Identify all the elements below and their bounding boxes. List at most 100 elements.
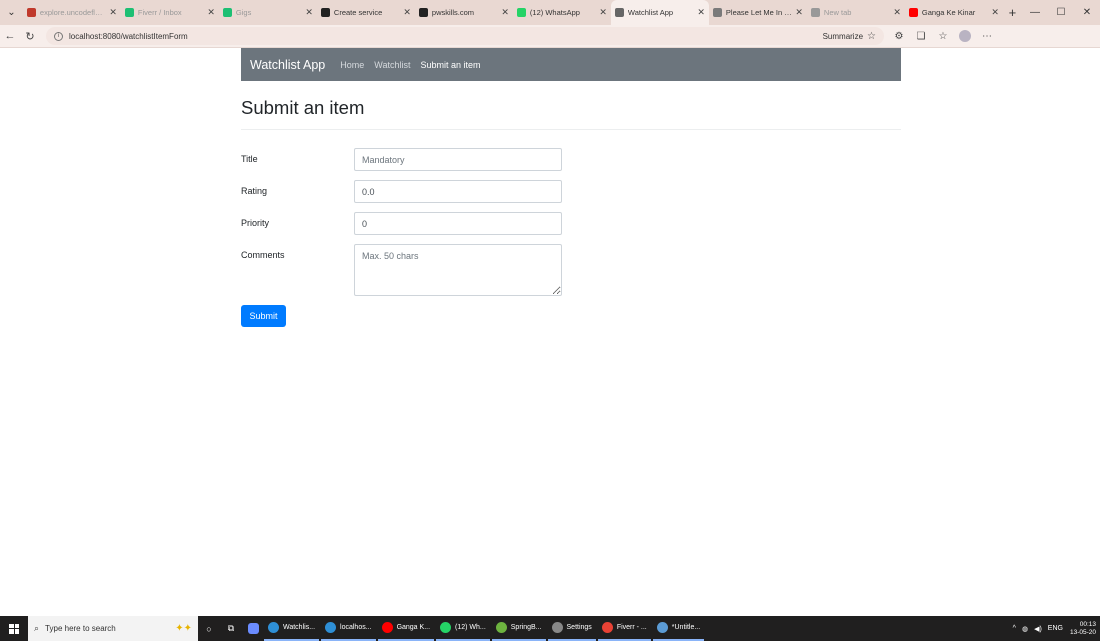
- browser-tab[interactable]: pwskills.com ✕: [415, 0, 513, 25]
- window-controls: — ☐ ✕: [1022, 0, 1100, 25]
- tab-title: Gigs: [235, 8, 252, 17]
- favorites-icon[interactable]: ❏: [910, 30, 932, 42]
- volume-icon[interactable]: ◀): [1034, 625, 1042, 633]
- tab-favicon-icon: [320, 8, 330, 17]
- app-navbar: Watchlist App Home Watchlist Submit an i…: [241, 48, 901, 81]
- close-tab-icon[interactable]: ✕: [403, 7, 411, 18]
- browser-tab[interactable]: Fiverr / Inbox ✕: [121, 0, 219, 25]
- windows-taskbar: ⌕ Type here to search ✦✦ ○ ⧉ Watchlis...…: [0, 616, 1100, 641]
- site-info-icon[interactable]: i: [54, 31, 63, 41]
- search-icon: ⌕: [34, 623, 40, 633]
- tab-title: New tab: [823, 8, 852, 17]
- taskbar-app-label: Settings: [566, 624, 592, 631]
- browser-tab[interactable]: explore.uncodeflo.com✕: [23, 0, 121, 25]
- browser-tab[interactable]: Create service ✕: [317, 0, 415, 25]
- more-menu-icon[interactable]: ⋯: [976, 30, 998, 42]
- page-title: Submit an item: [241, 97, 365, 118]
- rating-label: Rating: [241, 186, 268, 196]
- taskbar-app-label: localhos...: [340, 624, 372, 631]
- nav-submit-link[interactable]: Submit an item: [420, 60, 480, 70]
- url-text: localhost:8080/watchlistItemForm: [69, 31, 188, 41]
- address-bar[interactable]: i localhost:8080/watchlistItemForm Summa…: [46, 27, 884, 45]
- tab-favicon-icon: [712, 8, 722, 17]
- close-tab-icon[interactable]: ✕: [305, 7, 313, 18]
- taskbar-app[interactable]: Fiverr - ...: [597, 616, 651, 641]
- rating-input[interactable]: [354, 180, 562, 203]
- tab-favicon-icon: [810, 8, 820, 17]
- browser-tab[interactable]: Please Let Me In Ho ✕: [709, 0, 807, 25]
- system-tray: ^ ◍ ◀) ENG 00:13 13-05-20: [1010, 621, 1100, 637]
- browser-tab-strip: ⌄ explore.uncodeflo.com✕Fiverr / Inbox✕G…: [0, 0, 1100, 25]
- back-button[interactable]: ←: [0, 30, 20, 42]
- close-tab-icon[interactable]: ✕: [697, 7, 705, 18]
- taskbar-app[interactable]: *Untitle...: [652, 616, 705, 641]
- browser-tab[interactable]: (12) WhatsApp ✕: [513, 0, 611, 25]
- windows-logo-icon: [9, 623, 19, 634]
- comments-textarea[interactable]: [354, 244, 562, 296]
- close-tab-icon[interactable]: ✕: [991, 7, 999, 18]
- favorite-star-icon[interactable]: ☆: [867, 31, 876, 42]
- profile-avatar[interactable]: [959, 30, 971, 42]
- language-indicator[interactable]: ENG: [1048, 625, 1063, 632]
- tray-overflow-icon[interactable]: ^: [1013, 625, 1016, 632]
- tab-title: (12) WhatsApp: [529, 8, 580, 17]
- clock-date: 13-05-20: [1069, 628, 1096, 636]
- task-view-icon[interactable]: ⧉: [220, 616, 242, 641]
- minimize-button[interactable]: —: [1022, 0, 1048, 25]
- browser-tab[interactable]: Ganga Ke Kinar ✕: [905, 0, 1003, 25]
- close-tab-icon[interactable]: ✕: [795, 7, 803, 18]
- tab-favicon-icon: [418, 8, 428, 17]
- summarize-button[interactable]: Summarize: [823, 32, 863, 41]
- extensions-icon[interactable]: ⚙: [888, 30, 910, 42]
- app-icon: [381, 622, 393, 633]
- priority-label: Priority: [241, 218, 270, 228]
- taskbar-app[interactable]: (12) Wh...: [436, 616, 490, 641]
- start-button[interactable]: [0, 623, 28, 634]
- close-tab-icon[interactable]: ✕: [207, 7, 215, 18]
- taskbar-app[interactable]: Ganga K...: [377, 616, 435, 641]
- tab-favicon-icon: [222, 8, 232, 17]
- title-divider: [241, 129, 901, 130]
- app-icon: [495, 622, 507, 633]
- tab-actions-menu[interactable]: ⌄: [0, 0, 23, 25]
- tab-title: Fiverr / Inbox: [137, 8, 182, 17]
- app-icon: [601, 622, 613, 633]
- browser-tab[interactable]: Gigs ✕: [219, 0, 317, 25]
- brand-link[interactable]: Watchlist App: [250, 58, 325, 72]
- tab-title: Create service: [333, 8, 383, 17]
- close-tab-icon[interactable]: ✕: [893, 7, 901, 18]
- taskbar-app[interactable]: Settings: [547, 616, 596, 641]
- browser-tab[interactable]: New tab ✕: [807, 0, 905, 25]
- app-icon: [440, 622, 452, 633]
- tab-favicon-icon: [516, 8, 526, 17]
- copilot-icon[interactable]: [242, 616, 264, 641]
- taskbar-app[interactable]: SpringB...: [491, 616, 546, 641]
- close-window-button[interactable]: ✕: [1074, 0, 1100, 25]
- close-tab-icon[interactable]: ✕: [599, 7, 607, 18]
- taskbar-app-label: (12) Wh...: [455, 624, 486, 631]
- search-highlight-icon: ✦✦: [175, 623, 192, 634]
- taskbar-app[interactable]: localhos...: [321, 616, 376, 641]
- new-tab-button[interactable]: +: [1003, 0, 1022, 25]
- submit-button[interactable]: Submit: [241, 305, 286, 327]
- comments-label: Comments: [241, 250, 285, 260]
- clock[interactable]: 00:13 13-05-20: [1070, 621, 1096, 637]
- network-icon[interactable]: ◍: [1022, 625, 1028, 633]
- taskbar-search[interactable]: ⌕ Type here to search ✦✦: [28, 616, 198, 641]
- cortana-icon[interactable]: ○: [198, 616, 220, 641]
- taskbar-app[interactable]: Watchlis...: [264, 616, 320, 641]
- taskbar-apps: Watchlis... localhos... Ganga K... (12) Wh.…: [264, 616, 706, 641]
- close-tab-icon[interactable]: ✕: [501, 7, 509, 18]
- reload-button[interactable]: ↻: [20, 30, 40, 43]
- taskbar-app-label: Fiverr - ...: [616, 624, 647, 631]
- browser-tab[interactable]: Watchlist App ✕: [610, 0, 709, 25]
- taskbar-app-label: Watchlis...: [283, 624, 316, 631]
- app-icon: [656, 622, 668, 633]
- collections-icon[interactable]: ☆: [932, 30, 954, 42]
- priority-input[interactable]: [354, 212, 562, 235]
- maximize-button[interactable]: ☐: [1048, 0, 1074, 25]
- close-tab-icon[interactable]: ✕: [109, 7, 117, 18]
- nav-home-link[interactable]: Home: [340, 60, 364, 70]
- nav-watchlist-link[interactable]: Watchlist: [374, 60, 410, 70]
- title-input[interactable]: [354, 148, 562, 171]
